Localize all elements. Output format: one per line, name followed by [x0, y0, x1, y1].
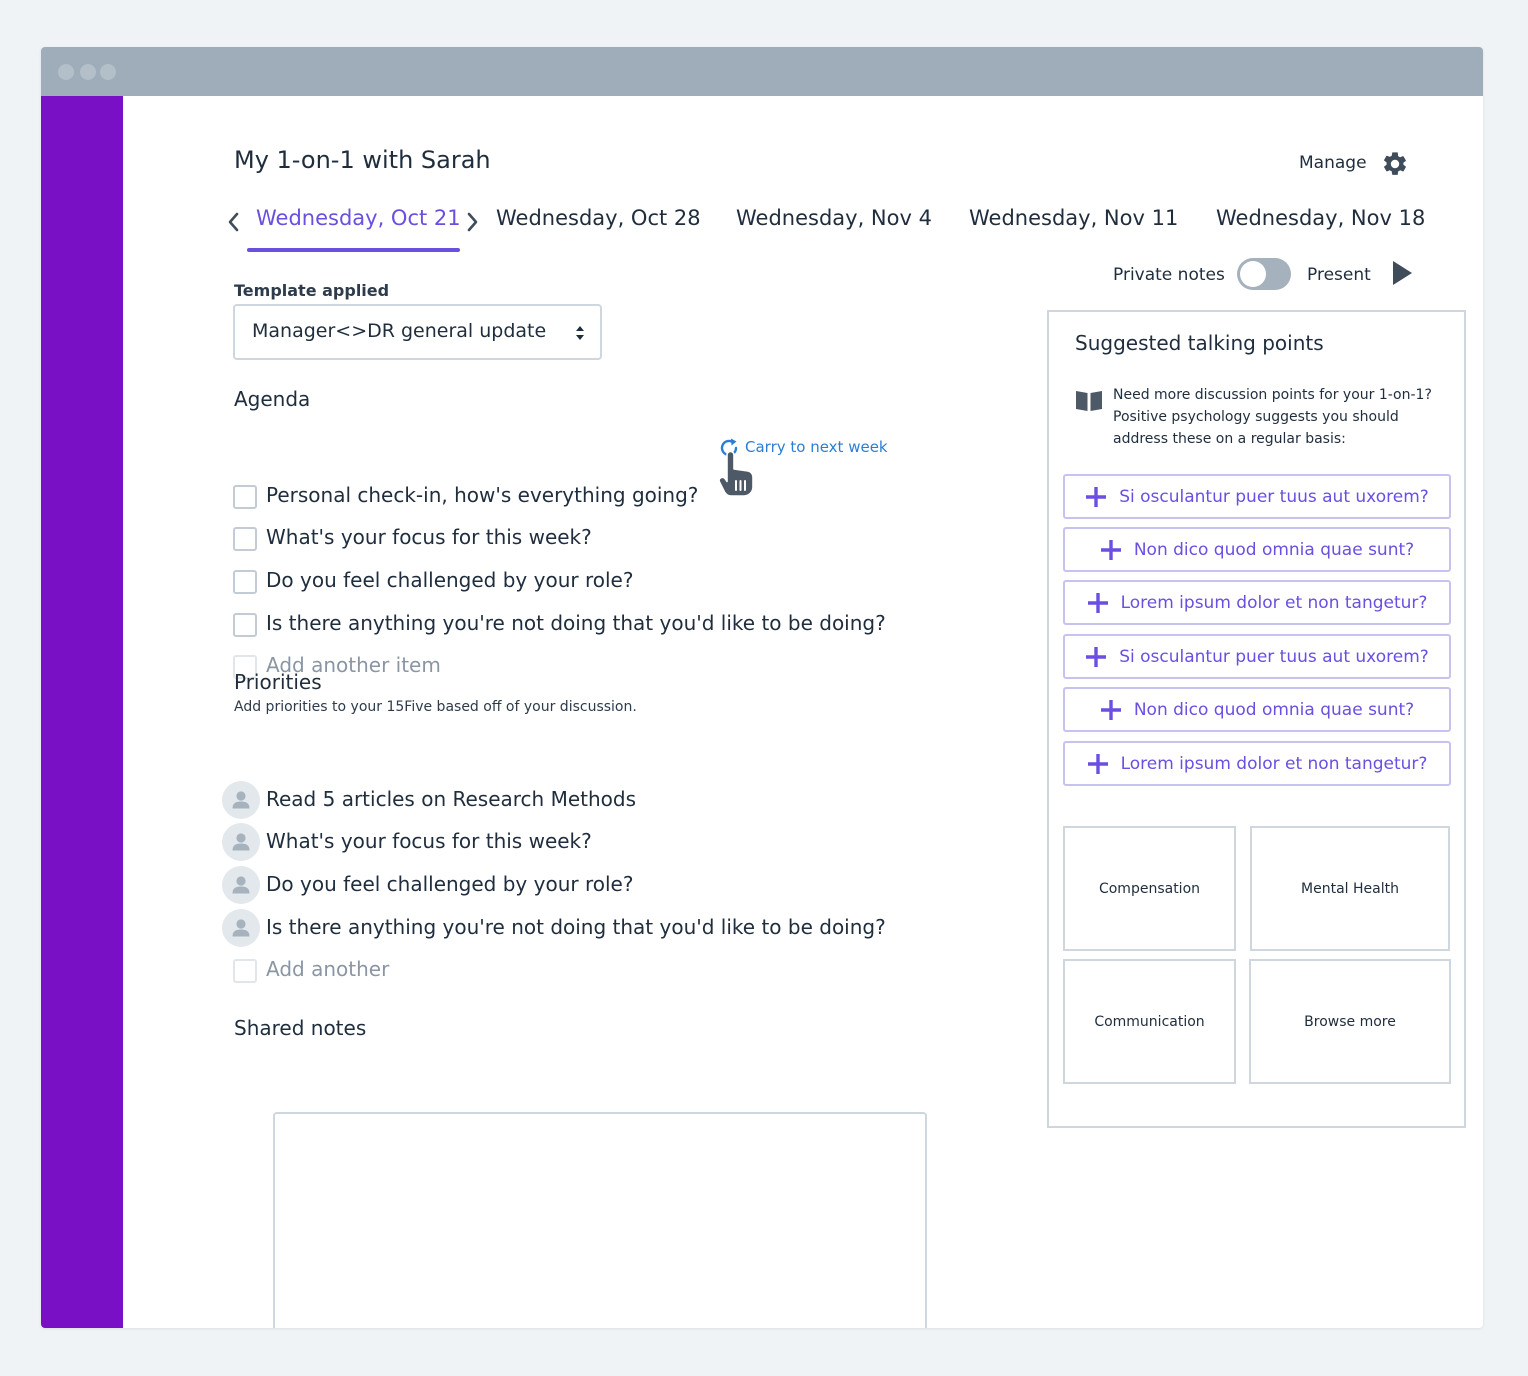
priorities-subtitle: Add priorities to your 15Five based off … — [234, 699, 637, 715]
person-icon — [232, 919, 250, 937]
date-tab-2[interactable]: Wednesday, Nov 4 — [736, 206, 932, 230]
plus-icon — [1087, 753, 1108, 774]
chevron-left-icon[interactable] — [226, 211, 240, 233]
agenda-checkbox[interactable] — [233, 570, 257, 594]
plus-icon — [1087, 592, 1108, 613]
panel-title: Suggested talking points — [1075, 331, 1324, 355]
agenda-item-label: Is there anything you're not doing that … — [266, 611, 886, 635]
template-select-value: Manager<>DR general update — [252, 320, 547, 342]
shared-notes-editor[interactable] — [273, 1112, 927, 1328]
avatar — [222, 866, 260, 904]
present-label[interactable]: Present — [1307, 265, 1371, 285]
template-select[interactable]: Manager<>DR general update — [233, 304, 602, 360]
priority-item-label: Read 5 articles on Research Methods — [266, 787, 636, 811]
priority-item-label: Is there anything you're not doing that … — [266, 915, 886, 939]
priority-add-label: Add another — [266, 957, 390, 981]
priority-item-label: Do you feel challenged by your role? — [266, 872, 634, 896]
private-notes-toggle[interactable] — [1237, 258, 1291, 290]
window-dot-minimize[interactable] — [80, 64, 96, 80]
main-content: My 1-on-1 with Sarah Manage Wednesday, O… — [123, 96, 1483, 1328]
hand-pointer-icon — [718, 451, 754, 497]
category-label: Mental Health — [1301, 880, 1399, 897]
suggestion-label: Si osculantur puer tuus aut uxorem? — [1119, 646, 1429, 667]
suggestion-button[interactable]: Lorem ipsum dolor et non tangetur? — [1063, 580, 1451, 625]
suggestion-label: Si osculantur puer tuus aut uxorem? — [1119, 486, 1429, 507]
window-titlebar — [41, 47, 1483, 96]
date-tab-4[interactable]: Wednesday, Nov 18 — [1216, 206, 1425, 230]
category-label: Compensation — [1098, 880, 1201, 897]
gear-icon[interactable] — [1381, 150, 1409, 178]
agenda-checkbox[interactable] — [233, 527, 257, 551]
sidebar — [41, 96, 123, 1328]
manage-button[interactable]: Manage — [1299, 153, 1367, 173]
avatar — [222, 781, 260, 819]
suggestion-label: Non dico quod omnia quae sunt? — [1133, 699, 1415, 720]
book-icon — [1076, 391, 1102, 411]
plus-icon — [1100, 539, 1121, 560]
page-title: My 1-on-1 with Sarah — [234, 146, 491, 174]
agenda-checkbox[interactable] — [233, 485, 257, 509]
category-tile-communication[interactable]: Communication — [1063, 959, 1236, 1084]
agenda-item-label: Do you feel challenged by your role? — [266, 568, 634, 592]
suggestion-button[interactable]: Non dico quod omnia quae sunt? — [1063, 687, 1451, 732]
carry-label: Carry to next week — [745, 438, 888, 456]
category-label: Communication — [1094, 1013, 1205, 1030]
window-dot-close[interactable] — [58, 64, 74, 80]
category-tile-compensation[interactable]: Compensation — [1063, 826, 1236, 951]
priorities-title: Priorities — [234, 670, 322, 694]
template-label: Template applied — [234, 281, 390, 300]
plus-icon — [1100, 699, 1121, 720]
window-dot-maximize[interactable] — [100, 64, 116, 80]
play-icon[interactable] — [1391, 260, 1413, 286]
suggestion-button[interactable]: Si osculantur puer tuus aut uxorem? — [1063, 634, 1451, 679]
suggested-talking-points-panel: Suggested talking points Need more discu… — [1047, 310, 1466, 1128]
priority-add-checkbox — [233, 959, 257, 983]
date-tab-3[interactable]: Wednesday, Nov 11 — [969, 206, 1178, 230]
date-tab-0[interactable]: Wednesday, Oct 21 — [256, 206, 461, 230]
date-tab-1[interactable]: Wednesday, Oct 28 — [496, 206, 701, 230]
suggestion-button[interactable]: Si osculantur puer tuus aut uxorem? — [1063, 474, 1451, 519]
panel-description: Need more discussion points for your 1-o… — [1113, 387, 1432, 447]
suggestion-label: Lorem ipsum dolor et non tangetur? — [1120, 592, 1428, 613]
person-icon — [232, 876, 250, 894]
select-arrows-icon — [576, 326, 584, 340]
private-notes-label: Private notes — [1113, 265, 1225, 285]
plus-icon — [1086, 486, 1107, 507]
suggestion-button[interactable]: Non dico quod omnia quae sunt? — [1063, 527, 1451, 572]
active-tab-indicator — [247, 248, 460, 252]
agenda-checkbox[interactable] — [233, 613, 257, 637]
app-window: My 1-on-1 with Sarah Manage Wednesday, O… — [41, 47, 1483, 1328]
avatar — [222, 909, 260, 947]
category-label: Browse more — [1304, 1013, 1396, 1030]
category-tile-mental-health[interactable]: Mental Health — [1250, 826, 1450, 951]
person-icon — [232, 791, 250, 809]
agenda-item-label: Personal check-in, how's everything goin… — [266, 483, 699, 507]
suggestion-label: Non dico quod omnia quae sunt? — [1133, 539, 1415, 560]
avatar — [222, 823, 260, 861]
agenda-item-label: What's your focus for this week? — [266, 525, 592, 549]
suggestion-button[interactable]: Lorem ipsum dolor et non tangetur? — [1063, 741, 1451, 786]
priority-item-label: What's your focus for this week? — [266, 829, 592, 853]
chevron-right-icon[interactable] — [466, 211, 480, 233]
suggestion-label: Lorem ipsum dolor et non tangetur? — [1120, 753, 1428, 774]
category-tile-browse-more[interactable]: Browse more — [1249, 959, 1451, 1084]
plus-icon — [1086, 646, 1107, 667]
toggle-knob — [1240, 261, 1266, 287]
person-icon — [232, 833, 250, 851]
agenda-title: Agenda — [234, 387, 311, 411]
shared-notes-title: Shared notes — [234, 1016, 367, 1040]
